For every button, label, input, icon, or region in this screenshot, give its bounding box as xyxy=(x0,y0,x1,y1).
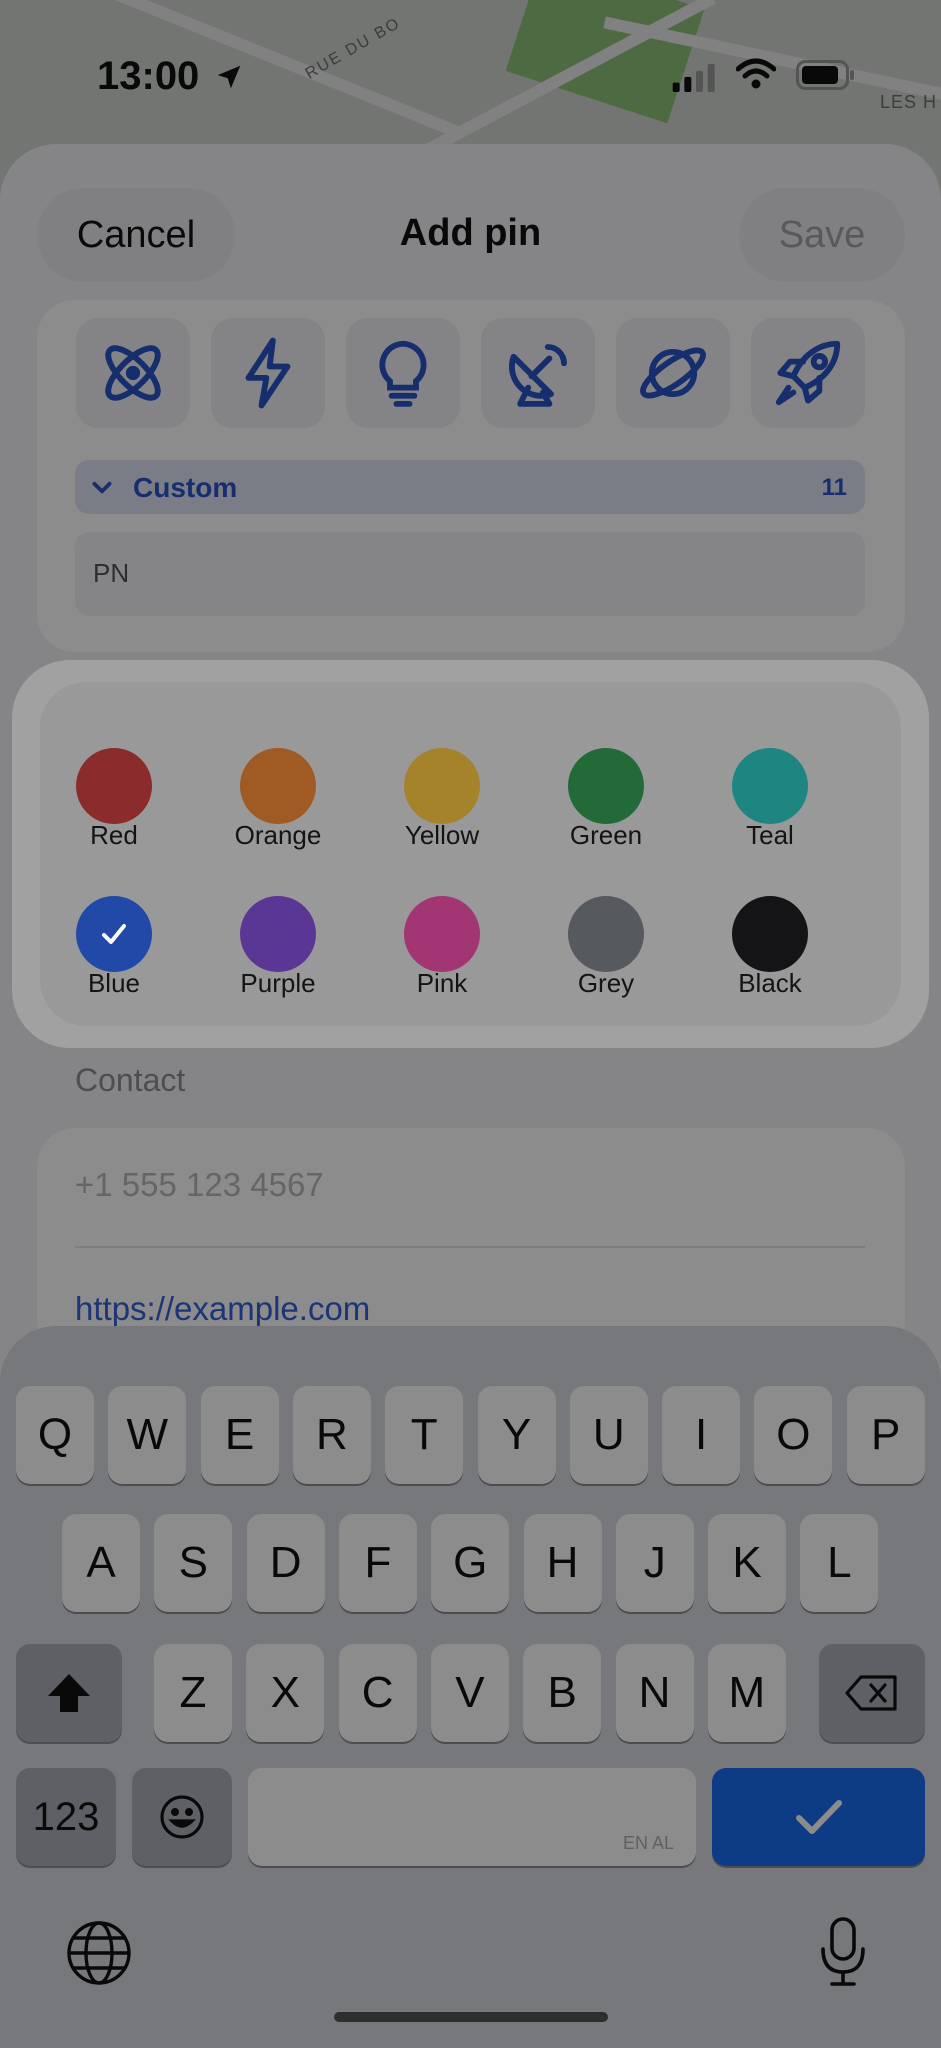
color-label-orange: Orange xyxy=(234,820,322,850)
color-swatch-teal[interactable] xyxy=(732,748,808,824)
color-swatch-red[interactable] xyxy=(76,748,152,824)
color-label-blue: Blue xyxy=(87,968,141,998)
color-label-red: Red xyxy=(90,820,138,850)
color-swatch-orange[interactable] xyxy=(240,748,316,824)
color-label-pink: Pink xyxy=(416,968,468,998)
color-swatch-grey[interactable] xyxy=(568,896,644,972)
color-picker-grid: Red Orange Yellow Green Teal Blue Purple Pink Gr… xyxy=(40,682,901,1026)
color-label-black: Black xyxy=(738,968,802,998)
color-label-purple: Purple xyxy=(240,968,316,998)
color-label-grey: Grey xyxy=(577,968,635,998)
color-label-yellow: Yellow xyxy=(404,820,480,850)
color-swatch-yellow[interactable] xyxy=(404,748,480,824)
color-label-teal: Teal xyxy=(746,820,794,850)
color-swatch-blue[interactable] xyxy=(76,896,152,972)
color-swatch-pink[interactable] xyxy=(404,896,480,972)
color-swatch-black[interactable] xyxy=(732,896,808,972)
color-swatch-purple[interactable] xyxy=(240,896,316,972)
color-picker-popover: Red Orange Yellow Green Teal Blue Purple Pink Gr… xyxy=(12,660,929,1048)
color-label-green: Green xyxy=(569,820,643,850)
checkmark-icon xyxy=(102,924,126,944)
color-swatch-green[interactable] xyxy=(568,748,644,824)
